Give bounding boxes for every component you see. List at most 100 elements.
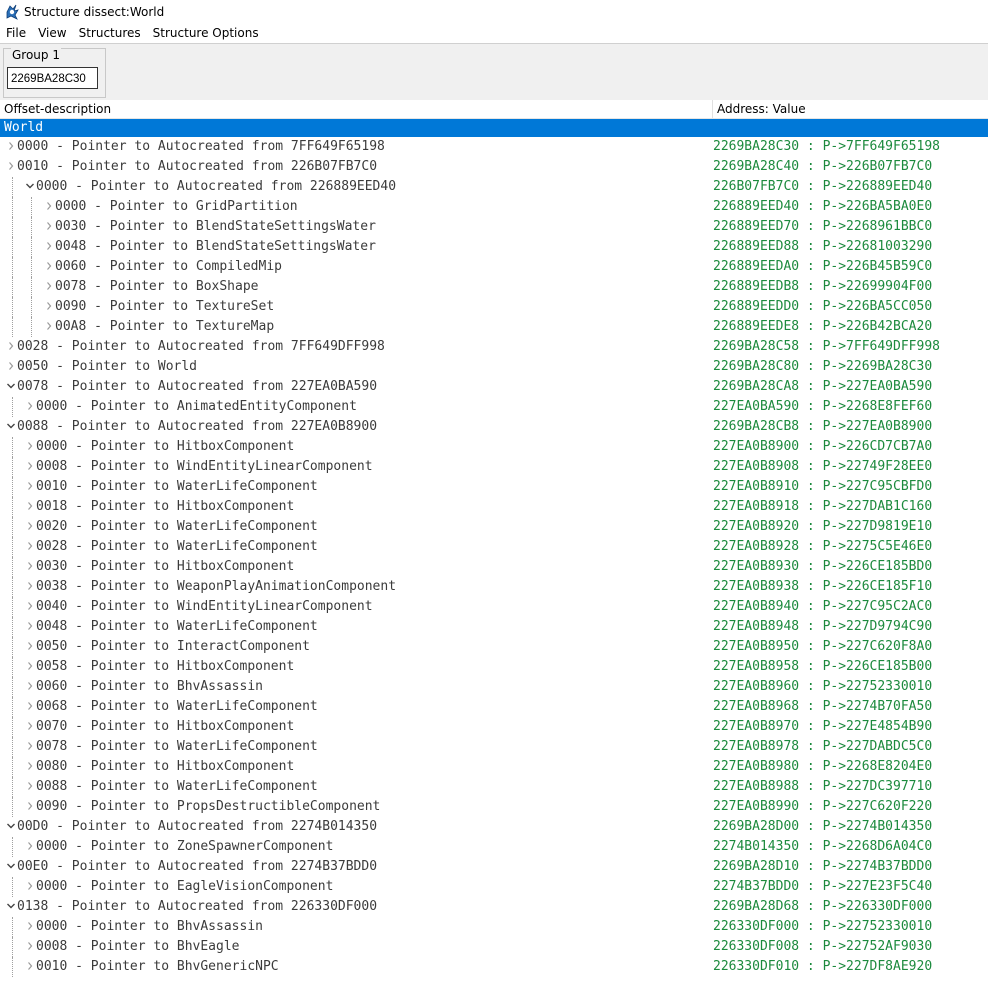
tree-row[interactable]: 0000 - Pointer to ZoneSpawnerComponent 22… bbox=[0, 837, 988, 857]
chevron-right-icon[interactable] bbox=[4, 337, 16, 357]
tree-row[interactable]: 0080 - Pointer to HitboxComponent 227EA0B… bbox=[0, 757, 988, 777]
chevron-right-icon[interactable] bbox=[42, 257, 54, 277]
chevron-right-icon[interactable] bbox=[23, 737, 35, 757]
tree-row[interactable]: 0078 - Pointer to BoxShape 226889EEDB8 : … bbox=[0, 277, 988, 297]
chevron-right-icon[interactable] bbox=[23, 597, 35, 617]
tree-guide-line bbox=[12, 917, 13, 937]
tree-row[interactable]: 0018 - Pointer to HitboxComponent 227EA0B… bbox=[0, 497, 988, 517]
tree-row[interactable]: 0048 - Pointer to WaterLifeComponent 227E… bbox=[0, 617, 988, 637]
offset-description: 0000 - Pointer to HitboxComponent bbox=[36, 439, 295, 454]
tree-row[interactable]: 0030 - Pointer to BlendStateSettingsWate… bbox=[0, 217, 988, 237]
tree-row[interactable]: 0000 - Pointer to EagleVisionComponent 22… bbox=[0, 877, 988, 897]
chevron-right-icon[interactable] bbox=[23, 757, 35, 777]
tree-row[interactable]: 0008 - Pointer to BhvEagle 226330DF008 : … bbox=[0, 937, 988, 957]
tree-row[interactable]: 0078 - Pointer to WaterLifeComponent 227E… bbox=[0, 737, 988, 757]
tree-row[interactable]: 0090 - Pointer to PropsDestructibleCompo… bbox=[0, 797, 988, 817]
chevron-right-icon[interactable] bbox=[23, 397, 35, 417]
chevron-right-icon[interactable] bbox=[23, 917, 35, 937]
chevron-right-icon[interactable] bbox=[23, 797, 35, 817]
chevron-right-icon[interactable] bbox=[4, 137, 16, 157]
tree-row[interactable]: 00A8 - Pointer to TextureMap 226889EEDE8 … bbox=[0, 317, 988, 337]
tree-row[interactable]: 00D0 - Pointer to Autocreated from 2274B… bbox=[0, 817, 988, 837]
chevron-right-icon[interactable] bbox=[23, 537, 35, 557]
tree-row[interactable]: 0138 - Pointer to Autocreated from 22633… bbox=[0, 897, 988, 917]
column-address-value[interactable]: Address: Value bbox=[713, 100, 988, 118]
chevron-right-icon[interactable] bbox=[23, 617, 35, 637]
menu-structure-options[interactable]: Structure Options bbox=[147, 24, 265, 43]
tree-row[interactable]: 0040 - Pointer to WindEntityLinearCompon… bbox=[0, 597, 988, 617]
tree-row[interactable]: 0008 - Pointer to WindEntityLinearCompon… bbox=[0, 457, 988, 477]
chevron-down-icon[interactable] bbox=[4, 857, 16, 877]
chevron-down-icon[interactable] bbox=[4, 417, 16, 437]
chevron-down-icon[interactable] bbox=[4, 377, 16, 397]
tree-row[interactable]: 0000 - Pointer to GridPartition 226889EED… bbox=[0, 197, 988, 217]
chevron-right-icon[interactable] bbox=[23, 457, 35, 477]
tree-row[interactable]: 0058 - Pointer to HitboxComponent 227EA0B… bbox=[0, 657, 988, 677]
chevron-down-icon[interactable] bbox=[23, 177, 35, 197]
chevron-right-icon[interactable] bbox=[23, 677, 35, 697]
tree-row[interactable]: 0060 - Pointer to CompiledMip 226889EEDA0… bbox=[0, 257, 988, 277]
tree-row[interactable]: 00E0 - Pointer to Autocreated from 2274B… bbox=[0, 857, 988, 877]
chevron-right-icon[interactable] bbox=[42, 297, 54, 317]
offset-description: 0000 - Pointer to ZoneSpawnerComponent bbox=[36, 839, 334, 854]
chevron-right-icon[interactable] bbox=[23, 837, 35, 857]
chevron-right-icon[interactable] bbox=[23, 697, 35, 717]
tree-row[interactable]: 0088 - Pointer to WaterLifeComponent 227E… bbox=[0, 777, 988, 797]
menu-structures[interactable]: Structures bbox=[73, 24, 147, 43]
chevron-right-icon[interactable] bbox=[23, 477, 35, 497]
tree-row[interactable]: 0000 - Pointer to Autocreated from 7FF64… bbox=[0, 137, 988, 157]
tree-row[interactable]: 0050 - Pointer to InteractComponent 227EA… bbox=[0, 637, 988, 657]
offset-description: 00D0 - Pointer to Autocreated from 2274B… bbox=[17, 819, 378, 834]
chevron-right-icon[interactable] bbox=[42, 217, 54, 237]
chevron-right-icon[interactable] bbox=[42, 317, 54, 337]
root-row-selected[interactable]: World bbox=[0, 119, 988, 137]
offset-description: 0088 - Pointer to WaterLifeComponent bbox=[36, 779, 318, 794]
tree-row[interactable]: 0038 - Pointer to WeaponPlayAnimationCom… bbox=[0, 577, 988, 597]
chevron-right-icon[interactable] bbox=[23, 437, 35, 457]
chevron-right-icon[interactable] bbox=[23, 937, 35, 957]
tree-row[interactable]: 0010 - Pointer to BhvGenericNPC 226330DF0… bbox=[0, 957, 988, 977]
tree-row[interactable]: 0000 - Pointer to Autocreated from 22688… bbox=[0, 177, 988, 197]
tree-row[interactable]: 0048 - Pointer to BlendStateSettingsWate… bbox=[0, 237, 988, 257]
tree-row[interactable]: 0088 - Pointer to Autocreated from 227EA… bbox=[0, 417, 988, 437]
chevron-down-icon[interactable] bbox=[4, 817, 16, 837]
address-field[interactable]: 2269BA28C30 bbox=[7, 67, 98, 89]
tree-row[interactable]: 0000 - Pointer to BhvAssassin 226330DF000… bbox=[0, 917, 988, 937]
chevron-right-icon[interactable] bbox=[23, 657, 35, 677]
tree-row[interactable]: 0060 - Pointer to BhvAssassin 227EA0B8960… bbox=[0, 677, 988, 697]
cheat-engine-icon bbox=[4, 4, 20, 20]
chevron-right-icon[interactable] bbox=[23, 717, 35, 737]
chevron-right-icon[interactable] bbox=[42, 197, 54, 217]
tree-row[interactable]: 0000 - Pointer to AnimatedEntityComponen… bbox=[0, 397, 988, 417]
tree-row[interactable]: 0000 - Pointer to HitboxComponent 227EA0B… bbox=[0, 437, 988, 457]
chevron-right-icon[interactable] bbox=[23, 517, 35, 537]
tree-row[interactable]: 0020 - Pointer to WaterLifeComponent 227E… bbox=[0, 517, 988, 537]
chevron-right-icon[interactable] bbox=[23, 497, 35, 517]
chevron-down-icon[interactable] bbox=[4, 897, 16, 917]
tree-row[interactable]: 0028 - Pointer to WaterLifeComponent 227E… bbox=[0, 537, 988, 557]
tree-row[interactable]: 0030 - Pointer to HitboxComponent 227EA0B… bbox=[0, 557, 988, 577]
chevron-right-icon[interactable] bbox=[4, 157, 16, 177]
tree-guide-line bbox=[12, 397, 13, 417]
menu-view[interactable]: View bbox=[32, 24, 72, 43]
chevron-right-icon[interactable] bbox=[23, 637, 35, 657]
chevron-right-icon[interactable] bbox=[23, 957, 35, 977]
tree-row[interactable]: 0078 - Pointer to Autocreated from 227EA… bbox=[0, 377, 988, 397]
address-value: 227EA0B8968 : P->2274B70FA50 bbox=[713, 699, 933, 714]
chevron-right-icon[interactable] bbox=[42, 277, 54, 297]
tree-row[interactable]: 0028 - Pointer to Autocreated from 7FF64… bbox=[0, 337, 988, 357]
chevron-right-icon[interactable] bbox=[4, 357, 16, 377]
tree-row[interactable]: 0070 - Pointer to HitboxComponent 227EA0B… bbox=[0, 717, 988, 737]
column-offset-description[interactable]: Offset-description bbox=[0, 100, 713, 118]
tree-row[interactable]: 0010 - Pointer to Autocreated from 226B0… bbox=[0, 157, 988, 177]
tree-row[interactable]: 0090 - Pointer to TextureSet 226889EEDD0 … bbox=[0, 297, 988, 317]
tree-row[interactable]: 0068 - Pointer to WaterLifeComponent 227E… bbox=[0, 697, 988, 717]
chevron-right-icon[interactable] bbox=[23, 577, 35, 597]
chevron-right-icon[interactable] bbox=[42, 237, 54, 257]
tree-row[interactable]: 0010 - Pointer to WaterLifeComponent 227E… bbox=[0, 477, 988, 497]
chevron-right-icon[interactable] bbox=[23, 557, 35, 577]
chevron-right-icon[interactable] bbox=[23, 777, 35, 797]
menu-file[interactable]: File bbox=[0, 24, 32, 43]
tree-row[interactable]: 0050 - Pointer to World 2269BA28C80 : P->… bbox=[0, 357, 988, 377]
chevron-right-icon[interactable] bbox=[23, 877, 35, 897]
